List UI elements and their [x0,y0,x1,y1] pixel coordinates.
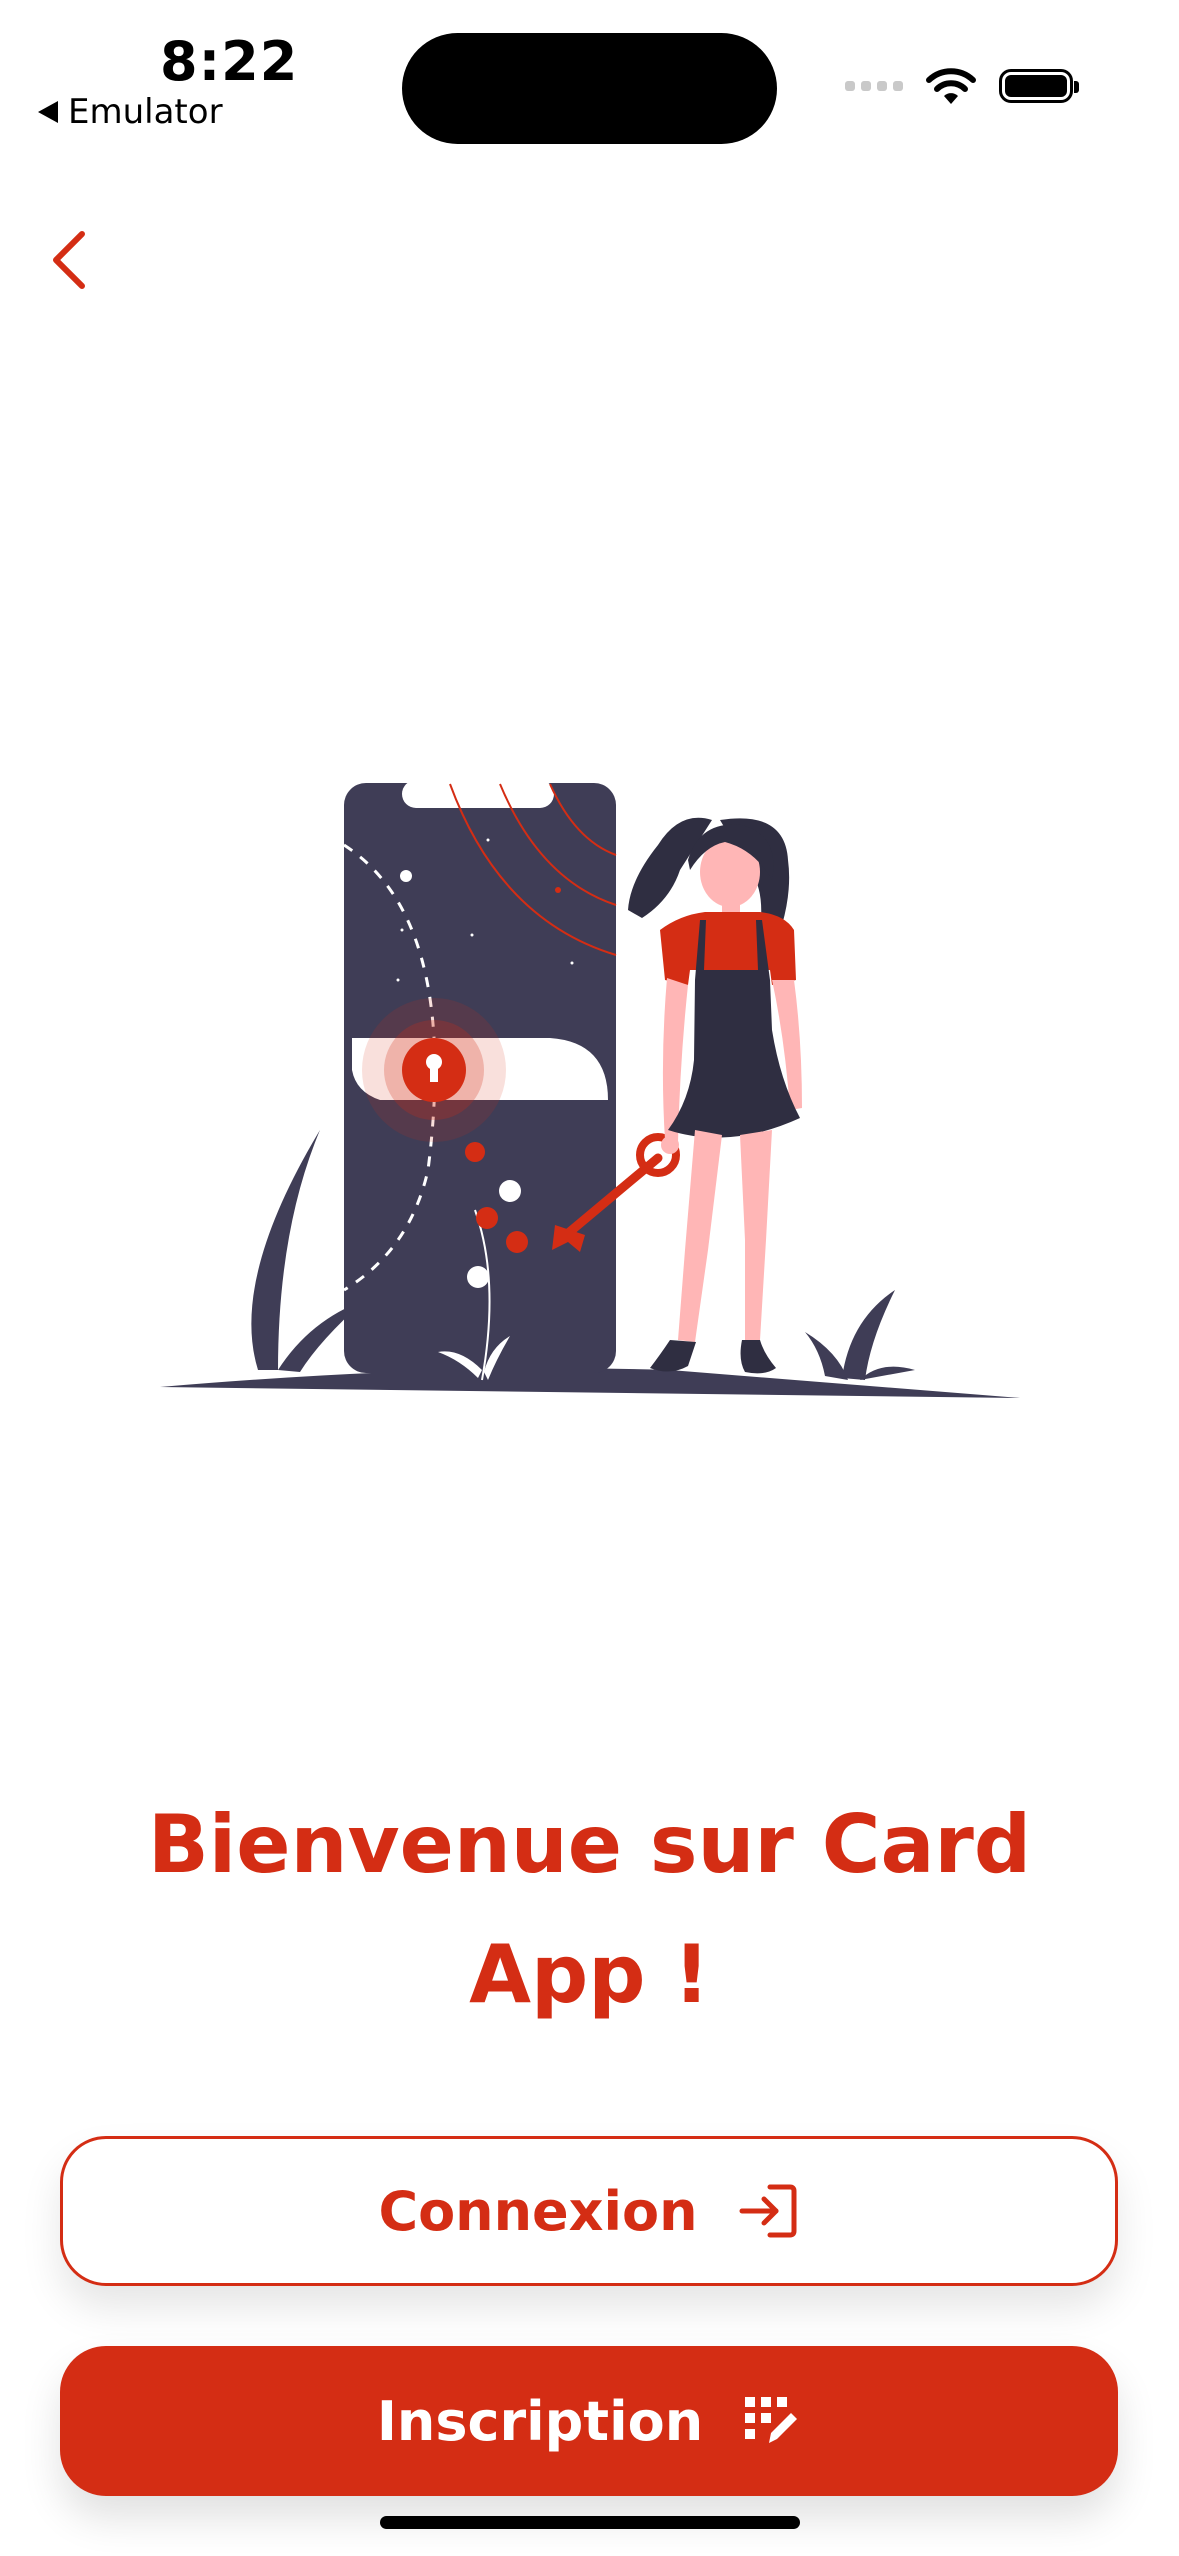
cellular-signal-icon [845,81,903,91]
welcome-title: Bienvenue sur Card App ! [147,1798,1032,2021]
back-to-app-link[interactable]: Emulator [38,92,223,132]
welcome-illustration [160,780,1020,1398]
signup-button-label: Inscription [376,2389,704,2453]
signup-button[interactable]: Inscription [60,2346,1118,2496]
status-bar: 8:22 Emulator [0,0,1179,160]
back-button[interactable] [40,225,100,295]
back-triangle-icon [38,101,58,123]
status-indicators [845,66,1079,106]
battery-icon [999,69,1079,103]
login-arrow-icon [739,2184,797,2238]
status-time: 8:22 [160,30,299,93]
wifi-icon [926,68,976,104]
signup-form-icon [745,2397,798,2443]
login-button[interactable]: Connexion [60,2136,1118,2286]
dynamic-island [402,33,777,144]
login-button-label: Connexion [378,2179,698,2243]
back-app-label: Emulator [68,92,223,132]
chevron-left-icon [53,231,85,289]
home-indicator[interactable] [380,2516,800,2529]
